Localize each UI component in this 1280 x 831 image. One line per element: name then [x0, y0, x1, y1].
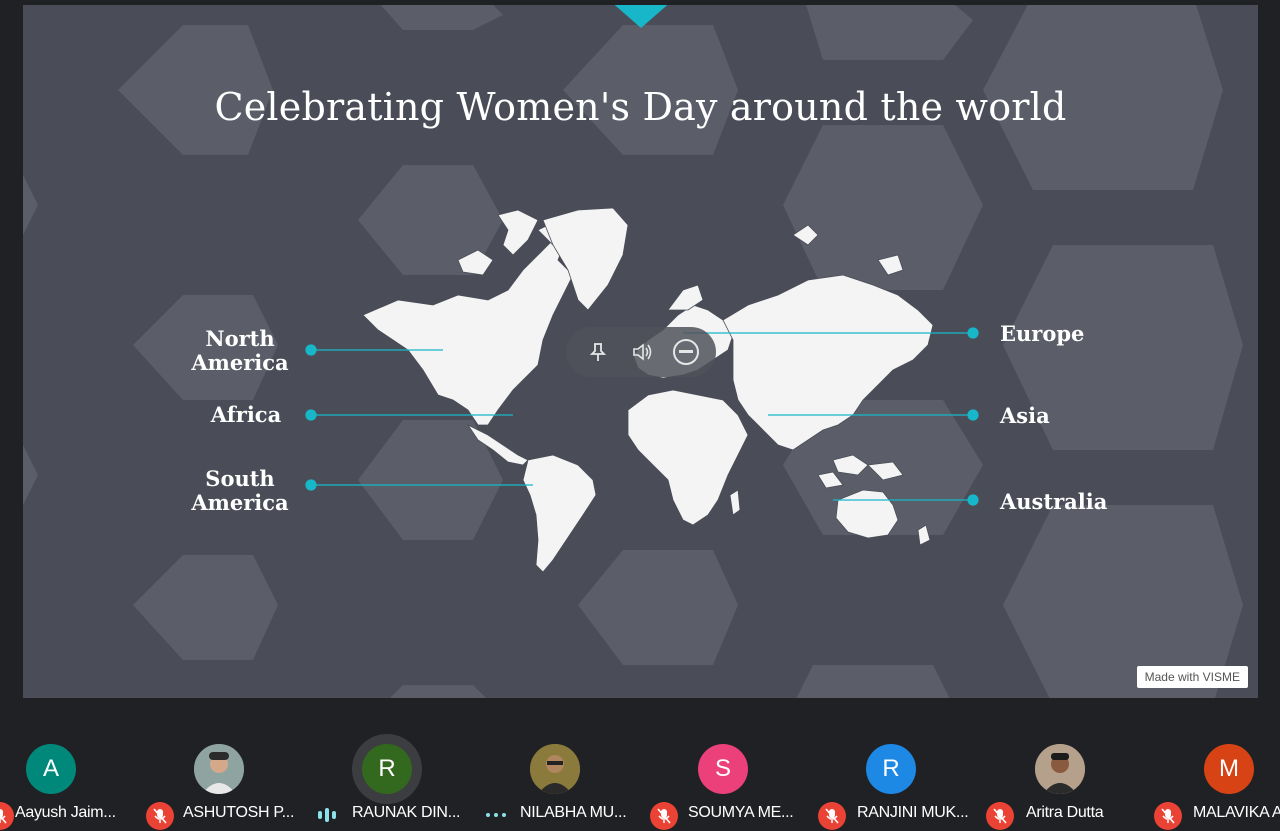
speaking-indicator-icon [318, 808, 336, 822]
participant-name: NILABHA MU... [520, 804, 627, 821]
participant-tile[interactable]: M MALAVIKA A [1154, 700, 1280, 831]
shared-slide: Celebrating Women's Day around the world [23, 5, 1258, 698]
participant-tile[interactable]: R RAUNAK DIN... [318, 700, 504, 831]
mic-off-icon [818, 802, 846, 830]
avatar: S [698, 744, 748, 794]
label-north-america: North America [165, 327, 315, 375]
participant-tile[interactable]: S SOUMYA ME... [650, 700, 840, 831]
participant-name: MALAVIKA A [1193, 804, 1280, 821]
avatar-initial: M [1219, 755, 1239, 782]
presentation-stage: Celebrating Women's Day around the world [0, 0, 1280, 700]
avatar-initial: R [378, 755, 396, 782]
visme-watermark: Made with VISME [1136, 666, 1248, 688]
participant-name: SOUMYA ME... [688, 804, 794, 821]
participant-name: Aritra Dutta [1026, 804, 1104, 821]
volume-icon[interactable] [628, 337, 658, 367]
remove-icon[interactable] [672, 339, 699, 365]
label-south-america-text: South America [191, 466, 289, 515]
mic-off-icon [0, 802, 14, 830]
participant-tile[interactable]: R RANJINI MUK... [818, 700, 1008, 831]
avatar-initial: R [882, 755, 900, 782]
label-asia: Asia [1000, 403, 1050, 428]
label-south-america: South America [165, 467, 315, 515]
participant-tile[interactable]: A Aayush Jaim... [0, 700, 168, 831]
mic-off-icon [1154, 802, 1182, 830]
participant-name: Aayush Jaim... [15, 804, 116, 821]
pin-icon[interactable] [583, 337, 613, 367]
participant-name: RAUNAK DIN... [352, 804, 461, 821]
participant-tile[interactable]: ASHUTOSH P... [146, 700, 336, 831]
mic-off-icon [650, 802, 678, 830]
avatar-initial: S [714, 755, 731, 782]
tile-overlay-controls [566, 327, 716, 377]
avatar-initial: A [42, 755, 59, 782]
label-north-america-text: North America [191, 326, 289, 375]
avatar: M [1204, 744, 1254, 794]
label-europe: Europe [1000, 321, 1085, 346]
participant-strip: A Aayush Jaim... ASHUTOSH P... R RAUNAK … [0, 700, 1280, 831]
avatar-photo [194, 744, 244, 794]
avatar-photo [1035, 744, 1085, 794]
label-africa: Africa [171, 403, 321, 427]
avatar: A [26, 744, 76, 794]
label-australia: Australia [1000, 489, 1108, 514]
participant-name: ASHUTOSH P... [183, 804, 295, 821]
avatar: R [866, 744, 916, 794]
mic-off-icon [986, 802, 1014, 830]
avatar: R [362, 744, 412, 794]
more-activity-icon [486, 813, 506, 817]
mic-off-icon [146, 802, 174, 830]
participant-name: RANJINI MUK... [857, 804, 969, 821]
label-africa-text: Africa [210, 402, 282, 427]
participant-tile[interactable]: NILABHA MU... [486, 700, 672, 831]
participant-tile[interactable]: Aritra Dutta [986, 700, 1176, 831]
avatar-photo [530, 744, 580, 794]
